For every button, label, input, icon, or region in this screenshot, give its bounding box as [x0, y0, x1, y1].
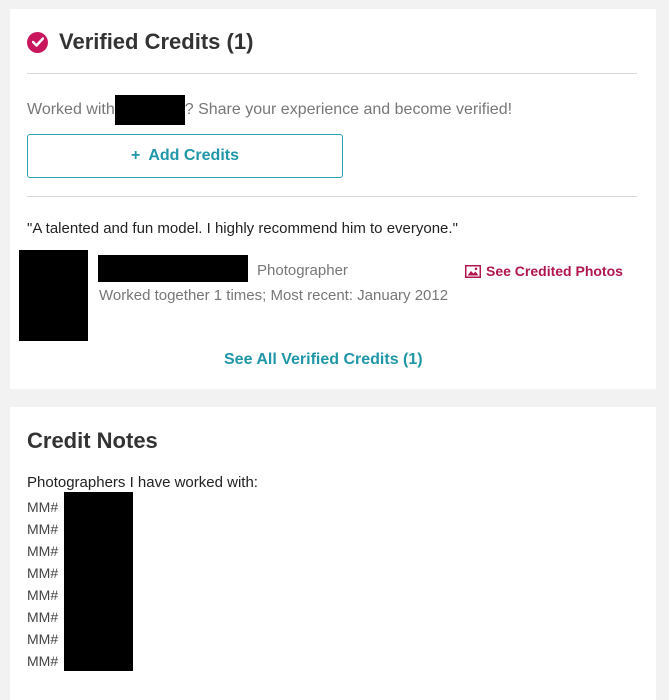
list-item: MM# [27, 499, 59, 515]
image-icon [465, 264, 481, 278]
verify-prompt-end: ? Share your experience and become verif… [184, 101, 513, 119]
verified-credits-card: Verified Credits (1) Worked with ? Share … [10, 9, 656, 389]
list-item: MM# [27, 587, 59, 603]
list-item: MM# [27, 653, 59, 669]
list-item: MM# [27, 565, 59, 581]
redacted-member-numbers [64, 492, 133, 671]
credit-quote: "A talented and fun model. I highly reco… [27, 220, 458, 237]
add-credits-button[interactable]: + Add Credits [27, 134, 343, 178]
list-item: MM# [27, 631, 59, 647]
list-item: MM# [27, 521, 59, 537]
credit-notes-intro: Photographers I have worked with: [27, 474, 258, 491]
add-credits-label: Add Credits [148, 147, 239, 164]
list-item: MM# [27, 609, 59, 625]
verified-credits-title: Verified Credits (1) [59, 29, 254, 54]
credit-avatar[interactable] [19, 250, 88, 341]
redacted-photographer-name[interactable] [98, 255, 248, 282]
verify-prompt: Worked with ? Share your experience and b… [27, 95, 512, 125]
credit-notes-list: MM# MM# MM# MM# MM# MM# MM# MM# [27, 496, 58, 672]
see-credited-photos-label: See Credited Photos [486, 263, 623, 279]
divider [27, 196, 637, 197]
verified-credits-header: Verified Credits (1) [27, 29, 253, 55]
redacted-name [114, 95, 185, 125]
credit-notes-card: Credit Notes Photographers I have worked… [10, 407, 656, 700]
verified-check-icon [27, 31, 48, 53]
plus-icon: + [130, 147, 141, 164]
list-item: MM# [27, 543, 59, 559]
credit-notes-title: Credit Notes [27, 428, 158, 453]
worked-together-text: Worked together 1 times; Most recent: Ja… [99, 287, 449, 304]
credit-role: Photographer [257, 262, 348, 279]
divider [27, 73, 637, 74]
see-credited-photos-link[interactable]: See Credited Photos [465, 263, 623, 279]
verify-prompt-start: Worked with [27, 101, 115, 119]
see-all-verified-credits-link[interactable]: See All Verified Credits (1) [224, 351, 423, 369]
